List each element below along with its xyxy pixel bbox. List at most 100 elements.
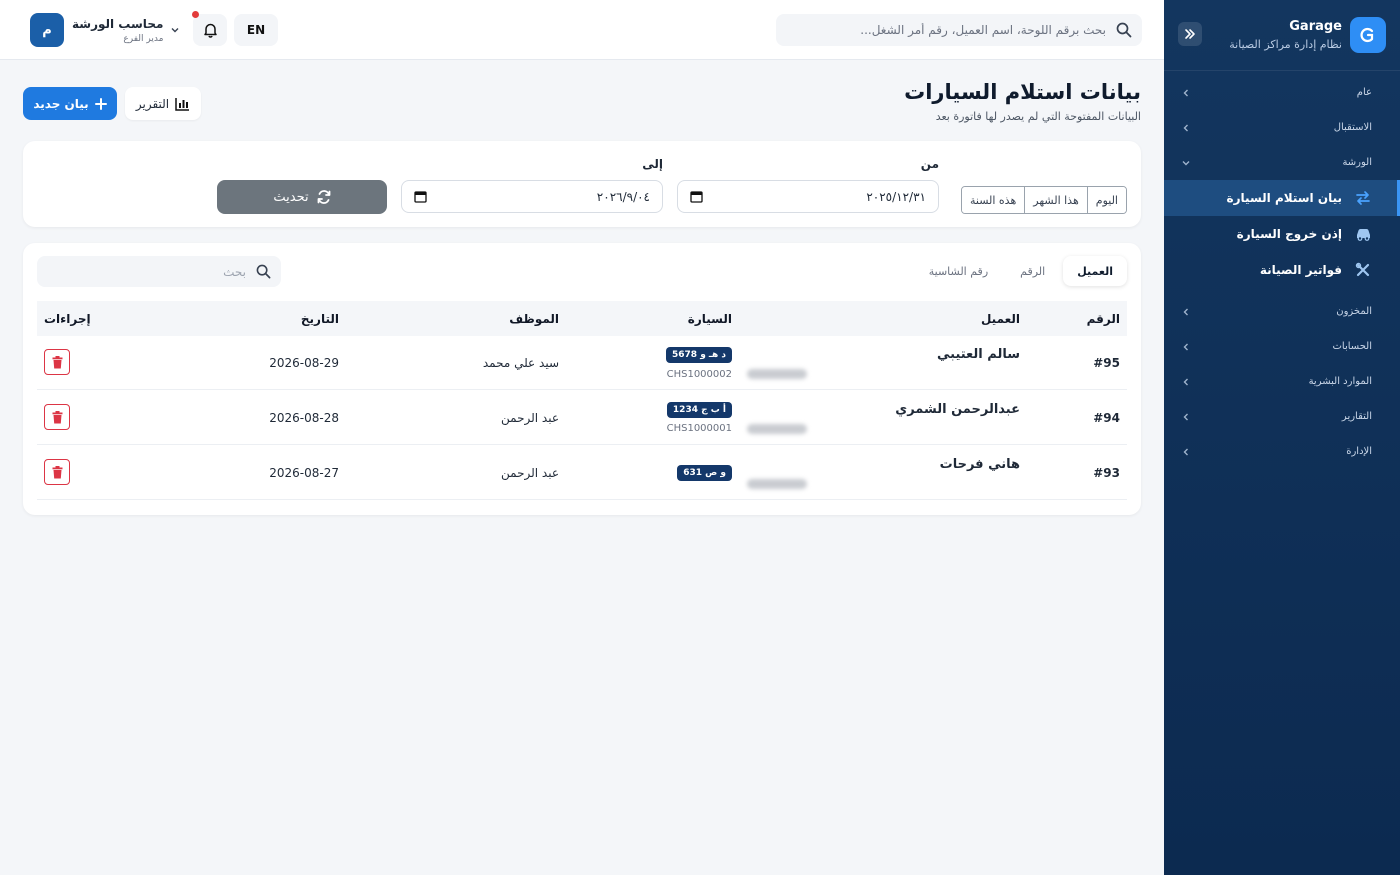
sidebar-group-label: الاستقبال xyxy=(1333,122,1372,133)
sidebar-collapse-button[interactable] xyxy=(1178,22,1202,46)
sidebar-group-hr[interactable]: الموارد البشرية xyxy=(1164,364,1400,399)
search-mode-tabs: العميل الرقم رقم الشاسية xyxy=(915,256,1127,286)
from-label: من xyxy=(920,157,939,171)
refresh-icon xyxy=(317,190,331,204)
language-toggle-button[interactable]: EN xyxy=(234,14,278,46)
trash-icon xyxy=(52,465,62,478)
brand-logo xyxy=(1350,17,1386,53)
notifications-button[interactable] xyxy=(192,11,227,46)
sidebar-divider xyxy=(1164,70,1400,71)
to-date-input[interactable]: ٢٠٢٦/٩/٠٤ xyxy=(401,180,663,213)
sidebar-group-workshop[interactable]: الورشة xyxy=(1164,145,1400,180)
table-row[interactable]: #93 هاني فرحات و ص 631 عبد الرحمن 2026-0… xyxy=(37,446,1127,500)
table-search-input[interactable] xyxy=(47,264,246,279)
table-row[interactable]: #94 عبدالرحمن الشمري أ ب ج 1234 CHS10000… xyxy=(37,391,1127,445)
user-menu[interactable]: م محاسب الورشة مدير الفرع xyxy=(30,13,181,47)
brand-name: Garage xyxy=(1289,19,1342,34)
col-header-car: السيارة xyxy=(687,312,732,326)
global-search[interactable] xyxy=(776,14,1142,46)
col-header-client: العميل xyxy=(980,312,1020,326)
row-plate-badge: د هـ و 5678 xyxy=(666,347,732,363)
row-chassis: CHS1000001 xyxy=(666,423,732,434)
sidebar-group-label: الموارد البشرية xyxy=(1308,376,1372,387)
chevron-left-icon xyxy=(1183,378,1188,385)
report-button[interactable]: التقرير xyxy=(125,87,201,120)
row-client-name[interactable]: هاني فرحات xyxy=(940,457,1020,472)
chevron-left-icon xyxy=(1183,89,1188,96)
delete-button[interactable] xyxy=(44,459,70,485)
sidebar-group-reports[interactable]: التقارير xyxy=(1164,399,1400,434)
row-number: #95 xyxy=(1093,356,1120,370)
sidebar-group-reception[interactable]: الاستقبال xyxy=(1164,110,1400,145)
row-client-name[interactable]: سالم العتيبي xyxy=(937,347,1020,362)
tab-chassis[interactable]: رقم الشاسية xyxy=(915,256,1002,286)
calendar-icon[interactable] xyxy=(414,190,427,203)
delete-button[interactable] xyxy=(44,404,70,430)
col-header-employee: الموظف xyxy=(509,312,559,326)
page-subtitle: البيانات المفتوحة التي لم يصدر لها فاتور… xyxy=(935,110,1141,123)
global-search-input[interactable] xyxy=(786,23,1106,37)
date-filter-card: من إلى اليوم هذا الشهر هذه السنة ٢٠٢٥/١٢… xyxy=(23,141,1141,227)
sidebar-group-label: الإدارة xyxy=(1346,446,1372,457)
col-header-num: الرقم xyxy=(1086,312,1120,326)
sidebar-group-accounts[interactable]: الحسابات xyxy=(1164,329,1400,364)
chevron-left-icon xyxy=(1183,308,1188,315)
sidebar-group-general[interactable]: عام xyxy=(1164,75,1400,110)
bell-icon xyxy=(203,23,217,38)
chevron-left-icon xyxy=(1183,413,1188,420)
chevron-down-icon xyxy=(1182,160,1190,165)
tab-client[interactable]: العميل xyxy=(1063,256,1127,286)
chevron-left-icon xyxy=(1183,343,1188,350)
from-date-input[interactable]: ٢٠٢٥/١٢/٣١ xyxy=(677,180,939,213)
sidebar-group-label: التقارير xyxy=(1341,411,1372,422)
page-title: بيانات استلام السيارات xyxy=(904,80,1141,104)
row-number: #94 xyxy=(1093,411,1120,425)
trash-icon xyxy=(52,355,62,368)
refresh-button[interactable]: تحديث xyxy=(217,180,387,214)
table-header: الرقم العميل السيارة الموظف التاريخ إجرا… xyxy=(37,301,1127,336)
sidebar-group-admin[interactable]: الإدارة xyxy=(1164,434,1400,469)
row-plate-badge: و ص 631 xyxy=(677,465,732,481)
row-number: #93 xyxy=(1093,466,1120,480)
sidebar-group-label: عام xyxy=(1356,87,1372,98)
plus-icon xyxy=(94,97,107,110)
refresh-button-label: تحديث xyxy=(273,189,309,205)
col-header-date: التاريخ xyxy=(300,312,339,326)
row-client-name[interactable]: عبدالرحمن الشمري xyxy=(895,402,1020,417)
preset-today[interactable]: اليوم xyxy=(1086,187,1126,213)
brand: Garage نظام إدارة مراكز الصيانة xyxy=(1164,0,1400,70)
car-icon xyxy=(1354,225,1372,243)
search-icon xyxy=(256,264,271,279)
preset-this-year[interactable]: هذه السنة xyxy=(961,187,1025,213)
search-icon xyxy=(1116,22,1132,38)
trash-icon xyxy=(52,410,62,423)
sidebar-group-label: الورشة xyxy=(1342,157,1372,168)
sidebar-item-maintenance-invoices[interactable]: فواتير الصيانة xyxy=(1164,252,1400,288)
row-date: 2026-08-29 xyxy=(269,356,339,370)
sidebar-item-vehicle-exit[interactable]: إذن خروج السيارة xyxy=(1164,216,1400,252)
new-statement-button-label: بيان جديد xyxy=(33,96,89,111)
table-search[interactable] xyxy=(37,256,281,287)
row-plate-badge: أ ب ج 1234 xyxy=(666,402,732,418)
col-header-actions: إجراءات xyxy=(44,312,91,326)
brand-logo-icon xyxy=(1360,27,1374,43)
date-preset-group: اليوم هذا الشهر هذه السنة xyxy=(960,186,1127,214)
sidebar-item-label: فواتير الصيانة xyxy=(1259,263,1342,277)
row-date: 2026-08-28 xyxy=(269,411,339,425)
row-employee: عبد الرحمن xyxy=(501,466,559,480)
new-statement-button[interactable]: بيان جديد xyxy=(23,87,117,120)
sidebar-group-inventory[interactable]: المخزون xyxy=(1164,294,1400,329)
sidebar-item-vehicle-receipt[interactable]: بيان استلام السيارة xyxy=(1164,180,1400,216)
tools-icon xyxy=(1354,261,1372,279)
to-label: إلى xyxy=(642,157,663,171)
table-row[interactable]: #95 سالم العتيبي د هـ و 5678 CHS1000002 … xyxy=(37,336,1127,390)
row-client-phone-redacted xyxy=(747,424,807,434)
sidebar-group-label: المخزون xyxy=(1336,306,1372,317)
row-employee: سيد علي محمد xyxy=(482,356,559,370)
tab-number[interactable]: الرقم xyxy=(1006,256,1059,286)
preset-this-month[interactable]: هذا الشهر xyxy=(1024,187,1087,213)
delete-button[interactable] xyxy=(44,349,70,375)
calendar-icon[interactable] xyxy=(690,190,703,203)
row-client-phone-redacted xyxy=(747,369,807,379)
notification-dot xyxy=(192,11,199,18)
